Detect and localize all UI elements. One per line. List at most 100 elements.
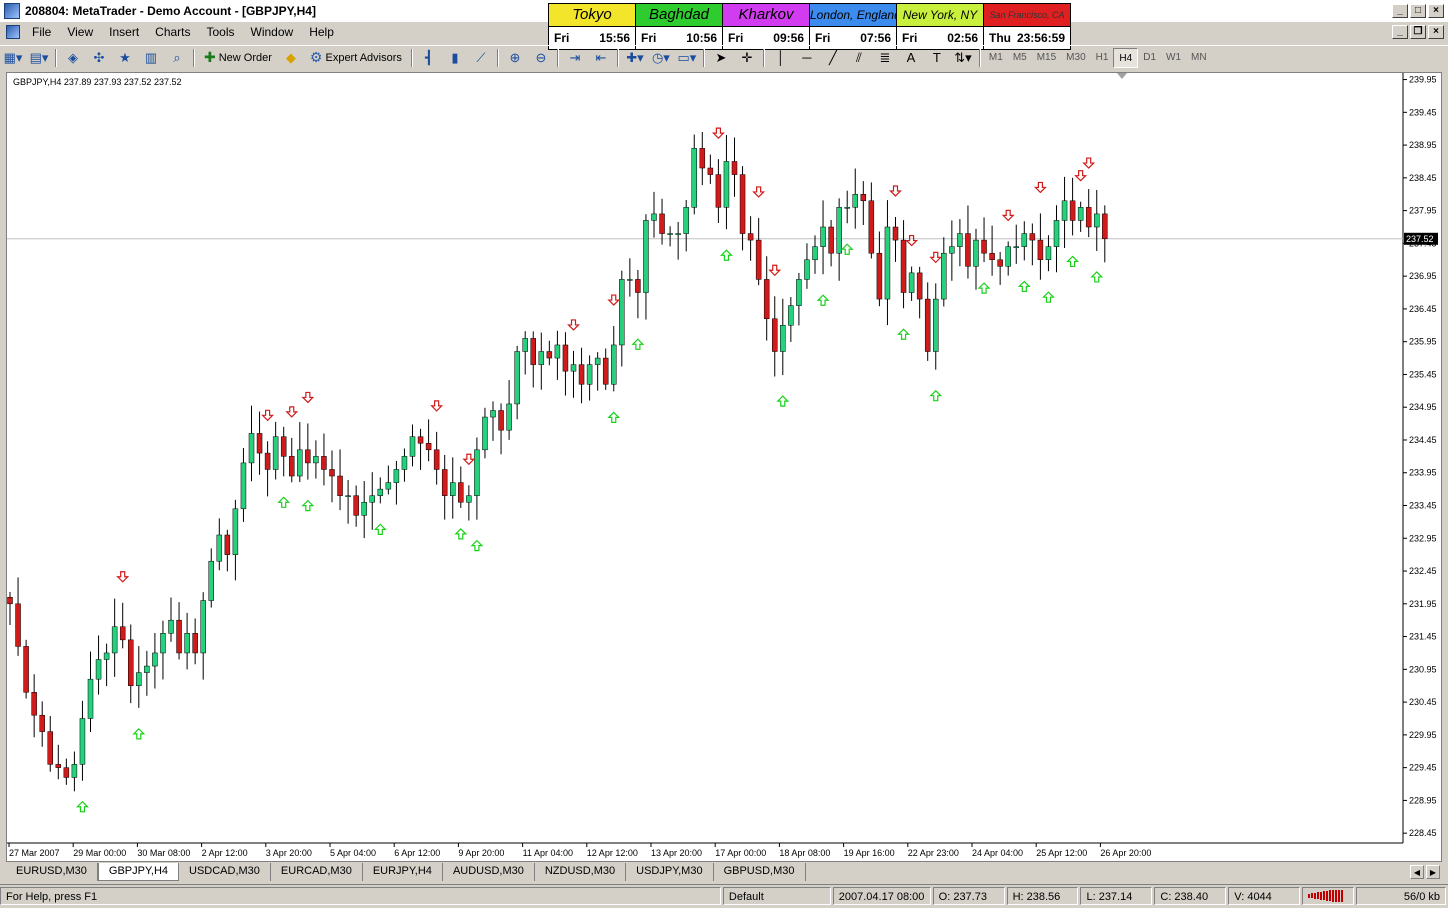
symbol-tab[interactable]: NZDUSD,M30: [535, 863, 627, 881]
templates-icon[interactable]: ▭▾: [676, 48, 698, 68]
arrows-icon[interactable]: ⇅▾: [952, 48, 974, 68]
bear-candle: [55, 764, 62, 768]
tab-scroll-left-icon[interactable]: ◀: [1410, 865, 1424, 879]
symbol-tab[interactable]: USDCAD,M30: [179, 863, 271, 881]
fibonacci-icon[interactable]: ≣: [874, 48, 896, 68]
bear-candle: [530, 338, 536, 365]
menu-tools[interactable]: Tools: [199, 25, 243, 39]
bar-chart-icon[interactable]: ┫: [418, 48, 440, 68]
bull-candle: [466, 495, 472, 503]
sell-signal-arrow: [1033, 181, 1047, 194]
clock-day: Fri: [641, 31, 657, 45]
candlestick-icon[interactable]: ▮: [444, 48, 466, 68]
close-icon[interactable]: ×: [1428, 4, 1444, 18]
horizontal-line-icon[interactable]: ─: [796, 48, 818, 68]
buy-signal-arrow: [1090, 271, 1104, 283]
symbol-tab[interactable]: GBPJPY,H4: [97, 863, 180, 881]
bull-candle: [144, 665, 150, 673]
symbol-tab[interactable]: USDJPY,M30: [626, 863, 714, 881]
bull-candle: [812, 246, 818, 261]
chart-symbol-info: GBPJPY,H4 237.89 237.93 237.52 237.52: [13, 77, 182, 87]
menu-help[interactable]: Help: [301, 25, 342, 39]
bull-candle: [377, 488, 384, 496]
bull-candle: [1077, 207, 1084, 221]
auto-scroll-icon[interactable]: ⇥: [564, 48, 586, 68]
timeframe-m30[interactable]: M30: [1061, 48, 1090, 68]
text-icon[interactable]: A: [900, 48, 922, 68]
bear-candle: [128, 639, 134, 686]
menu-file[interactable]: File: [24, 25, 59, 39]
clock-time: 15:56: [599, 31, 630, 45]
market-watch-icon[interactable]: ◈: [62, 48, 84, 68]
symbol-tab[interactable]: EURUSD,M30: [6, 863, 98, 881]
menu-view[interactable]: View: [59, 25, 101, 39]
symbol-tab[interactable]: EURJPY,H4: [363, 863, 443, 881]
timeframe-mn[interactable]: MN: [1186, 48, 1212, 68]
indicators-icon[interactable]: ✚▾: [624, 48, 646, 68]
bull-candle: [619, 279, 625, 346]
cursor-icon[interactable]: ➤: [710, 48, 732, 68]
bull-candle: [79, 718, 86, 765]
new-order-button[interactable]: ✚ New Order: [200, 48, 276, 68]
zoom-out-icon[interactable]: ⊖: [530, 48, 552, 68]
time-tick-label: 30 Mar 08:00: [137, 848, 190, 858]
clock-time: 10:56: [686, 31, 717, 45]
text-label-icon[interactable]: T: [926, 48, 948, 68]
timeframe-m5[interactable]: M5: [1008, 48, 1032, 68]
equidistant-channel-icon[interactable]: ⫽: [848, 48, 870, 68]
clock-time: 07:56: [860, 31, 891, 45]
maximize-icon[interactable]: □: [1410, 4, 1426, 18]
vertical-line-icon[interactable]: │: [770, 48, 792, 68]
doc-minimize-icon[interactable]: _: [1392, 25, 1408, 39]
strategy-tester-icon[interactable]: ⌕: [166, 48, 188, 68]
price-tick-label: 232.45: [1409, 566, 1437, 576]
doc-restore-icon[interactable]: ❐: [1410, 25, 1426, 39]
chart-window[interactable]: 239.95239.45238.95238.45237.95237.45236.…: [6, 72, 1442, 862]
timeframe-d1[interactable]: D1: [1138, 48, 1161, 68]
price-tick-label: 231.45: [1409, 632, 1437, 642]
symbol-tab[interactable]: EURCAD,M30: [271, 863, 363, 881]
menu-window[interactable]: Window: [243, 25, 302, 39]
buy-signal-arrow: [607, 411, 621, 423]
new-chart-icon[interactable]: ▦▾: [2, 48, 24, 68]
minimize-icon[interactable]: _: [1392, 4, 1408, 18]
buy-signal-arrow: [977, 282, 991, 294]
bear-candle: [707, 167, 714, 175]
sell-signal-arrow: [929, 251, 943, 264]
timeframe-h1[interactable]: H1: [1091, 48, 1114, 68]
periods-icon[interactable]: ◷▾: [650, 48, 672, 68]
symbol-tab[interactable]: GBPUSD,M30: [714, 863, 806, 881]
price-chart[interactable]: 239.95239.45238.95238.45237.95237.45236.…: [7, 73, 1441, 861]
data-window-icon[interactable]: ✣: [88, 48, 110, 68]
menu-insert[interactable]: Insert: [101, 25, 147, 39]
tab-scroll-right-icon[interactable]: ▶: [1426, 865, 1440, 879]
zoom-in-icon[interactable]: ⊕: [504, 48, 526, 68]
bear-candle: [1037, 239, 1044, 261]
world-clocks: Tokyo Fri 15:56 Baghdad Fri 10:56 Kharkov Fri 09…: [548, 3, 1071, 50]
expert-advisors-button[interactable]: ⚙ Expert Advisors: [306, 48, 406, 68]
chart-shift-icon[interactable]: ⇤: [590, 48, 612, 68]
alert-icon[interactable]: ◆: [280, 48, 302, 68]
bull-candle: [570, 364, 577, 372]
profiles-icon[interactable]: ▤▾: [28, 48, 50, 68]
doc-close-icon[interactable]: ×: [1428, 25, 1444, 39]
time-tick-label: 22 Apr 23:00: [908, 848, 959, 858]
clock-time: 09:56: [773, 31, 804, 45]
bull-candle: [393, 469, 400, 483]
timeframe-h4[interactable]: H4: [1113, 47, 1139, 68]
timeframe-m1[interactable]: M1: [984, 48, 1008, 68]
timeframe-m15[interactable]: M15: [1032, 48, 1061, 68]
trendline-icon[interactable]: ╱: [822, 48, 844, 68]
price-tick-label: 238.45: [1409, 173, 1437, 183]
menu-charts[interactable]: Charts: [147, 25, 198, 39]
crosshair-icon[interactable]: ✛: [736, 48, 758, 68]
timeframe-w1[interactable]: W1: [1161, 48, 1186, 68]
bull-candle: [554, 344, 561, 359]
line-chart-icon[interactable]: ⟋: [470, 48, 492, 68]
buy-signal-arrow: [1042, 291, 1055, 303]
clock-2: Kharkov Fri 09:56: [723, 4, 809, 49]
terminal-icon[interactable]: ▥: [140, 48, 162, 68]
buy-signal-arrow: [373, 523, 387, 535]
navigator-icon[interactable]: ★: [114, 48, 136, 68]
symbol-tab[interactable]: AUDUSD,M30: [443, 863, 535, 881]
